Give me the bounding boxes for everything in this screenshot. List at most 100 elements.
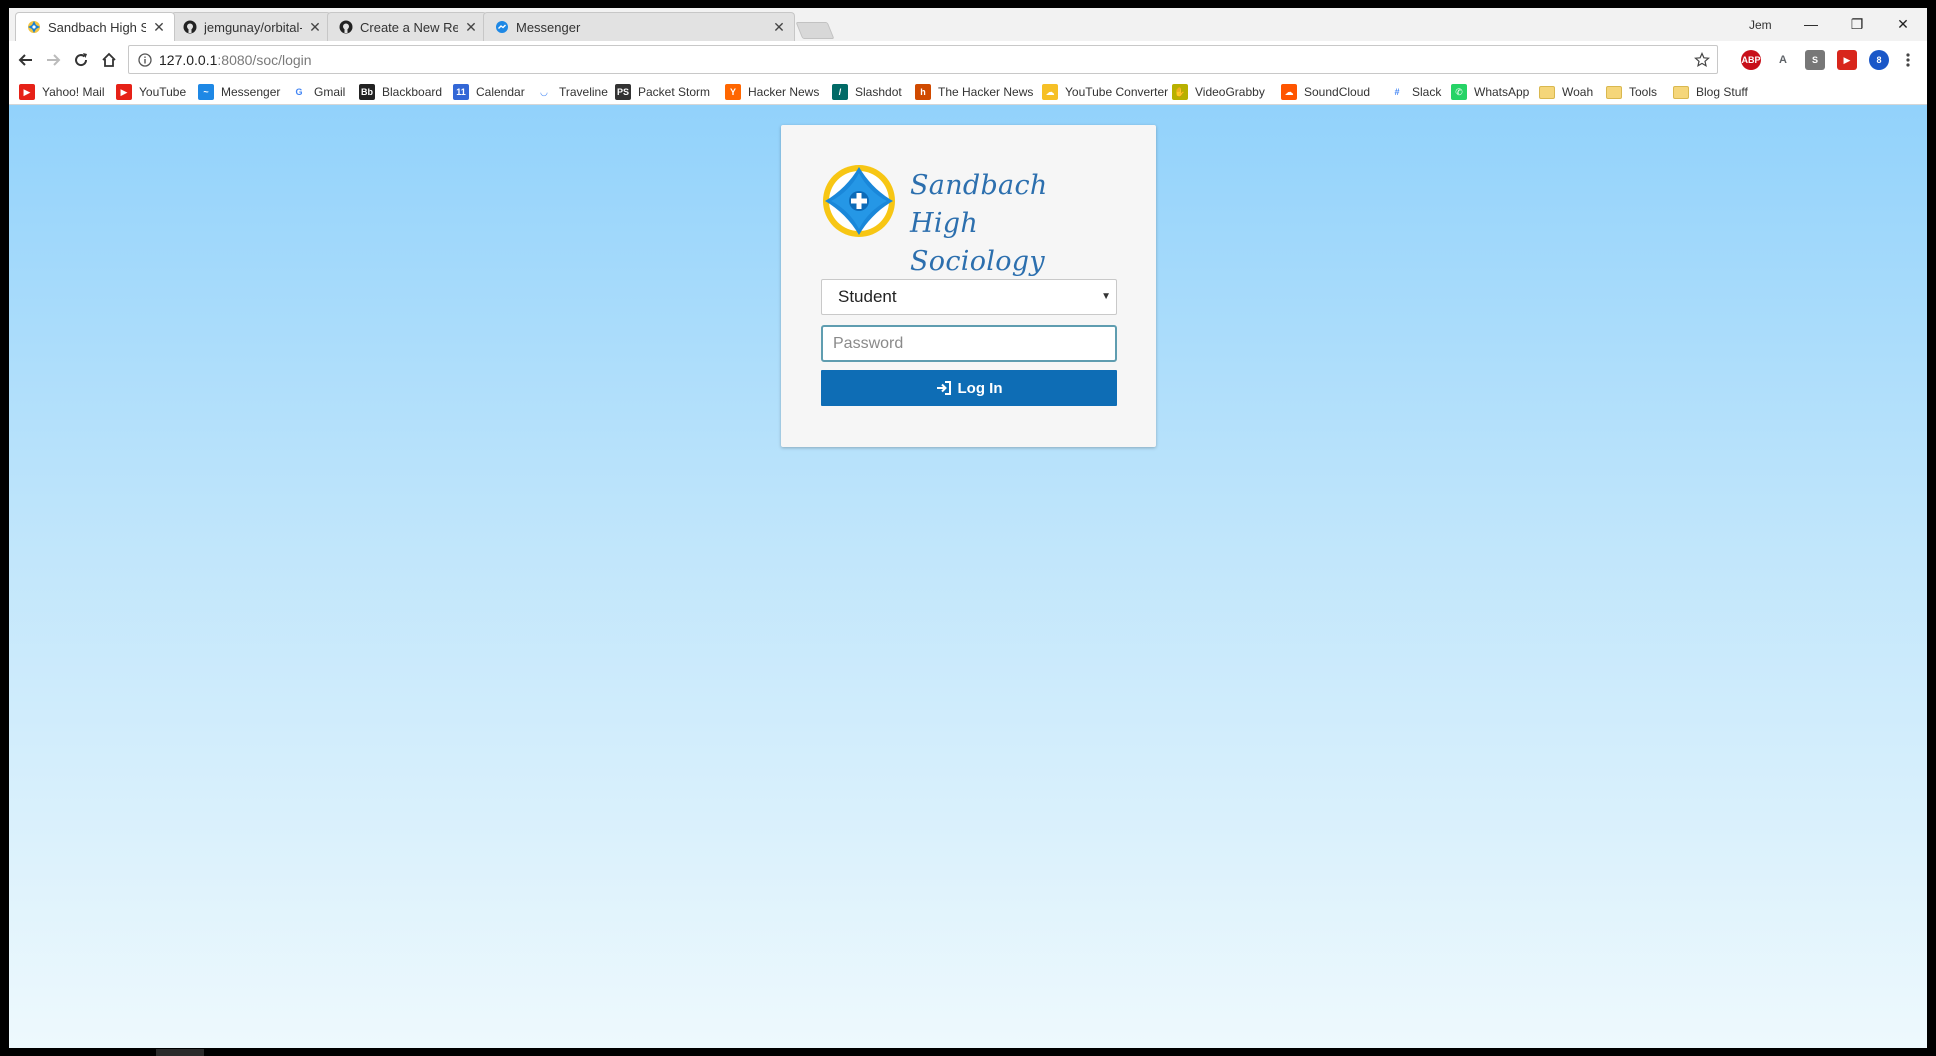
bookmark-label: YouTube Converter xyxy=(1065,85,1169,99)
bookmark-traveline[interactable]: ◡ Traveline xyxy=(536,83,608,101)
tab-title: Create a New Repository xyxy=(360,19,458,35)
bookmark-label: YouTube xyxy=(139,85,187,99)
blue-extension-icon[interactable]: 8 xyxy=(1869,50,1889,70)
bookmark-label: SoundCloud xyxy=(1304,85,1371,99)
bookmark-youtube-converter[interactable]: ☁ YouTube Converter xyxy=(1042,83,1168,101)
extension-label: ▶ xyxy=(1843,54,1851,65)
bookmark-label: Traveline xyxy=(559,85,608,99)
soundcloud-icon: ☁ xyxy=(1281,84,1297,100)
brand-line-2: Sociology xyxy=(910,246,1045,277)
url-path: :8080/soc/login xyxy=(217,51,312,68)
home-icon xyxy=(102,52,116,67)
close-icon: ✕ xyxy=(1897,15,1909,32)
background-window-edge xyxy=(1927,0,1936,1056)
bookmark-youtube[interactable]: ▶ YouTube xyxy=(116,83,186,101)
bookmark-label: Calendar xyxy=(476,85,525,99)
bookmark-label: Tools xyxy=(1629,85,1658,99)
bookmark-soundcloud[interactable]: ☁ SoundCloud xyxy=(1281,83,1370,101)
bookmark-label: Blackboard xyxy=(382,85,443,99)
profile-name[interactable]: Jem xyxy=(1749,18,1772,32)
forward-button[interactable] xyxy=(39,46,67,74)
bookmark-yahoo-mail[interactable]: ▶ Yahoo! Mail xyxy=(19,83,104,101)
bookmark-label: Slashdot xyxy=(855,85,902,99)
reload-button[interactable] xyxy=(67,46,95,74)
reload-icon xyxy=(75,53,88,67)
folder-icon xyxy=(1606,85,1622,99)
videograbby-icon: ✋ xyxy=(1172,84,1188,100)
s-extension-icon[interactable]: S xyxy=(1805,50,1825,70)
back-button[interactable] xyxy=(12,46,40,74)
role-selected-value: Student xyxy=(838,287,897,306)
bookmark-tools[interactable]: Tools xyxy=(1606,83,1657,101)
bookmark-label: Messenger xyxy=(221,85,281,99)
red-extension-icon[interactable]: ▶ xyxy=(1837,50,1857,70)
bookmark-label: VideoGrabby xyxy=(1195,85,1265,99)
tab-title: Messenger xyxy=(516,19,581,35)
url-host: 127.0.0.1 xyxy=(159,51,218,68)
bookmark-videograbby[interactable]: ✋ VideoGrabby xyxy=(1172,83,1265,101)
browser-menu-button[interactable] xyxy=(1894,46,1922,74)
browser-window: Sandbach High Sociolog ✕ jemgunay/orbita… xyxy=(9,8,1927,1048)
bookmark-calendar[interactable]: 11 Calendar xyxy=(453,83,525,101)
slashdot-icon: / xyxy=(832,84,848,100)
bookmark-packet-storm[interactable]: PS Packet Storm xyxy=(615,83,710,101)
minimize-button[interactable]: — xyxy=(1791,12,1831,36)
school-crest-logo xyxy=(823,165,895,237)
minimize-icon: — xyxy=(1804,16,1818,32)
page-content: Sandbach High Sociology Student ▼ Log In xyxy=(9,105,1927,1048)
bookmark-star-icon[interactable] xyxy=(1693,51,1711,69)
bookmarks-bar: ▶ Yahoo! Mail ▶ YouTube ~ Messenger G Gmail Bb Bl… xyxy=(9,79,1927,105)
folder-icon xyxy=(1539,85,1555,99)
bookmark-blog-stuff[interactable]: Blog Stuff xyxy=(1673,83,1748,101)
youtube-icon: ▶ xyxy=(116,84,132,100)
toolbar: 127.0.0.1:8080/soc/login ABP A S ▶ 8 xyxy=(9,41,1927,79)
tab-close-icon[interactable]: ✕ xyxy=(464,20,478,34)
brand-name: Sandbach High Sociology xyxy=(910,167,1120,281)
bookmark-slashdot[interactable]: / Slashdot xyxy=(832,83,902,101)
packetstorm-icon: PS xyxy=(615,84,631,100)
bookmark-label: The Hacker News xyxy=(938,85,1034,99)
adblock-plus-icon[interactable]: ABP xyxy=(1741,50,1761,70)
bookmark-label: Woah xyxy=(1562,85,1594,99)
thehackernews-icon: h xyxy=(915,84,931,100)
bookmark-messenger[interactable]: ~ Messenger xyxy=(198,83,280,101)
login-button[interactable]: Log In xyxy=(821,370,1117,406)
tab-close-icon[interactable]: ✕ xyxy=(772,20,786,34)
new-tab-button[interactable] xyxy=(795,22,835,39)
restore-button[interactable]: ❐ xyxy=(1837,12,1877,36)
github-icon xyxy=(338,19,354,35)
bookmark-whatsapp[interactable]: ✆ WhatsApp xyxy=(1451,83,1529,101)
home-button[interactable] xyxy=(95,46,123,74)
messenger-icon: ~ xyxy=(198,84,214,100)
bookmark-slack[interactable]: # Slack xyxy=(1389,83,1441,101)
traveline-icon: ◡ xyxy=(536,84,552,100)
tab-orbital-sim[interactable]: jemgunay/orbital-sim: D ✕ xyxy=(171,12,331,41)
tab-messenger[interactable]: Messenger ✕ xyxy=(483,12,795,41)
bookmark-hacker-news[interactable]: Y Hacker News xyxy=(725,83,819,101)
password-input[interactable] xyxy=(821,325,1117,362)
folder-icon xyxy=(1673,85,1689,99)
tab-create-repository[interactable]: Create a New Repository ✕ xyxy=(327,12,487,41)
bookmark-label: Blog Stuff xyxy=(1696,85,1748,99)
info-icon[interactable] xyxy=(137,52,153,68)
bookmark-label: Packet Storm xyxy=(638,85,711,99)
blackboard-icon: Bb xyxy=(359,84,375,100)
kebab-menu-icon xyxy=(1906,53,1910,67)
translate-icon[interactable]: A xyxy=(1773,50,1793,70)
tab-close-icon[interactable]: ✕ xyxy=(308,20,322,34)
tab-sandbach-sociology[interactable]: Sandbach High Sociolog ✕ xyxy=(15,12,175,41)
restore-icon: ❐ xyxy=(1850,15,1864,32)
tab-close-icon[interactable]: ✕ xyxy=(152,20,166,34)
bookmark-woah[interactable]: Woah xyxy=(1539,83,1593,101)
login-card: Sandbach High Sociology Student ▼ Log In xyxy=(781,125,1156,447)
slack-icon: # xyxy=(1389,84,1405,100)
bookmark-the-hacker-news[interactable]: h The Hacker News xyxy=(915,83,1033,101)
bookmark-blackboard[interactable]: Bb Blackboard xyxy=(359,83,442,101)
address-bar[interactable]: 127.0.0.1:8080/soc/login xyxy=(128,45,1718,74)
messenger-icon xyxy=(494,19,510,35)
close-window-button[interactable]: ✕ xyxy=(1883,12,1923,36)
school-logo-icon xyxy=(26,19,42,35)
bookmark-gmail[interactable]: G Gmail xyxy=(291,83,345,101)
role-select[interactable]: Student ▼ xyxy=(821,279,1117,315)
taskbar-item xyxy=(156,1049,204,1056)
